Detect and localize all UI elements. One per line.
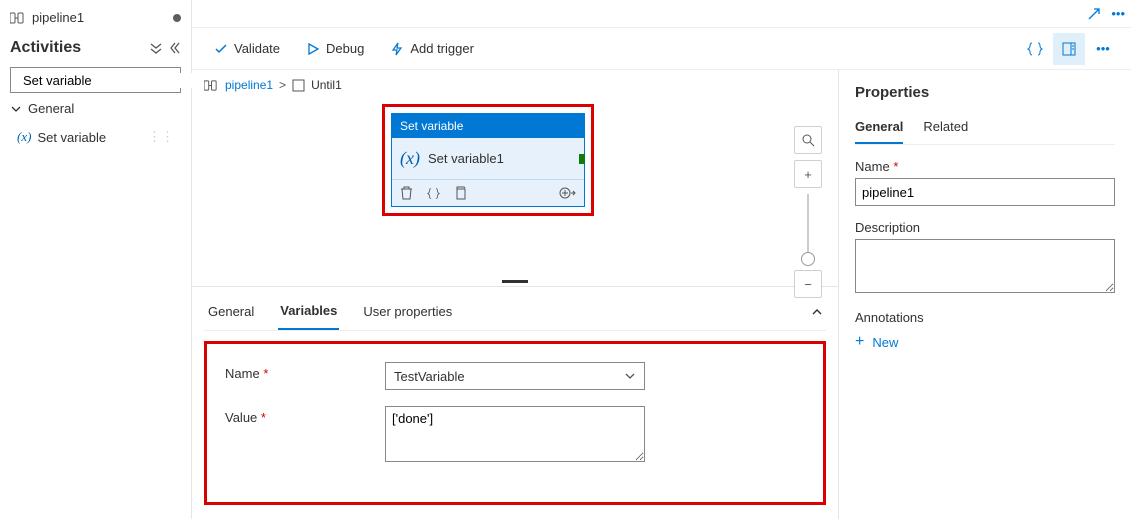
delete-icon[interactable] xyxy=(400,186,413,200)
plus-icon: + xyxy=(855,333,864,351)
breadcrumb-root[interactable]: pipeline1 xyxy=(225,78,273,92)
validate-button[interactable]: Validate xyxy=(204,37,290,60)
output-connector[interactable] xyxy=(579,154,585,164)
validate-label: Validate xyxy=(234,41,280,56)
add-trigger-label: Add trigger xyxy=(410,41,474,56)
copy-icon[interactable] xyxy=(454,186,467,200)
props-tab-related[interactable]: Related xyxy=(923,115,968,144)
collapse-panel-button[interactable] xyxy=(810,305,824,322)
fit-button[interactable] xyxy=(794,126,822,154)
var-name-select[interactable]: TestVariable xyxy=(385,362,645,390)
zoom-thumb[interactable] xyxy=(801,252,815,266)
category-label: General xyxy=(28,101,74,116)
play-icon xyxy=(306,42,320,56)
props-name-label: Name * xyxy=(855,159,1115,174)
tab-general[interactable]: General xyxy=(206,298,256,329)
var-value-input[interactable]: ['done'] xyxy=(385,406,645,462)
unsaved-indicator-icon xyxy=(173,14,181,22)
zoom-slider[interactable] xyxy=(807,194,809,264)
variable-icon: (x) xyxy=(17,129,31,145)
chevron-down-icon xyxy=(10,103,22,115)
node-type-label: Set variable xyxy=(392,114,584,138)
chevron-down-icon xyxy=(624,370,636,382)
properties-panel: Properties General Related Name * Descri… xyxy=(839,70,1131,519)
bolt-icon xyxy=(390,42,404,56)
design-canvas[interactable]: Set variable (x) Set variable1 xyxy=(192,100,838,276)
highlight-box: Set variable (x) Set variable1 xyxy=(382,104,594,216)
properties-title: Properties xyxy=(855,84,1115,101)
toolbar-more-button[interactable]: ••• xyxy=(1087,33,1119,65)
add-annotation-label: New xyxy=(872,335,898,350)
until-icon xyxy=(292,79,305,92)
expand-icon[interactable] xyxy=(1087,7,1101,21)
props-desc-label: Description xyxy=(855,220,1115,235)
props-desc-input[interactable] xyxy=(855,239,1115,293)
chevron-up-icon xyxy=(810,305,824,319)
activity-label: Set variable xyxy=(37,130,106,145)
props-tab-general[interactable]: General xyxy=(855,115,903,144)
add-output-icon[interactable] xyxy=(559,186,576,200)
properties-icon xyxy=(1061,41,1077,57)
pipeline-icon xyxy=(204,79,219,92)
braces-icon[interactable] xyxy=(427,187,440,200)
props-ann-label: Annotations xyxy=(855,310,1115,325)
activity-search[interactable] xyxy=(10,67,181,93)
node-title: Set variable1 xyxy=(428,151,504,166)
code-view-button[interactable] xyxy=(1019,33,1051,65)
add-annotation-button[interactable]: + New xyxy=(855,329,1115,355)
more-icon[interactable]: ••• xyxy=(1111,6,1125,21)
category-general[interactable]: General xyxy=(10,93,181,124)
activity-set-variable[interactable]: (x) Set variable ⋮⋮ xyxy=(10,124,181,150)
variables-form: Name * TestVariable Value * ['done'] xyxy=(204,341,826,505)
grip-icon: ⋮⋮ xyxy=(148,129,174,145)
add-trigger-button[interactable]: Add trigger xyxy=(380,37,484,60)
chevron-double-left-icon[interactable] xyxy=(167,41,181,55)
chevron-double-down-icon[interactable] xyxy=(149,41,163,55)
braces-icon xyxy=(1027,41,1043,57)
var-value-label: Value * xyxy=(225,406,385,425)
var-name-label: Name * xyxy=(225,362,385,381)
zoom-in-button[interactable]: + xyxy=(794,160,822,188)
pipeline-tab-title: pipeline1 xyxy=(32,10,84,25)
debug-button[interactable]: Debug xyxy=(296,37,374,60)
breadcrumb: pipeline1 > Until1 xyxy=(192,70,838,100)
activities-heading: Activities xyxy=(10,39,81,57)
var-name-value: TestVariable xyxy=(394,369,465,384)
panel-resize-handle[interactable] xyxy=(192,276,838,286)
magnifier-icon xyxy=(801,133,815,147)
activities-panel: pipeline1 Activities General (x) Set var… xyxy=(0,0,192,519)
details-panel: General Variables User properties Name *… xyxy=(192,286,838,519)
plus-icon: + xyxy=(804,167,812,182)
debug-label: Debug xyxy=(326,41,364,56)
canvas-toolbar: Validate Debug Add trigger ••• xyxy=(192,28,1131,70)
breadcrumb-child: Until1 xyxy=(311,78,342,92)
activity-node[interactable]: Set variable (x) Set variable1 xyxy=(391,113,585,207)
tab-variables[interactable]: Variables xyxy=(278,297,339,330)
pipeline-icon xyxy=(10,11,26,25)
check-icon xyxy=(214,42,228,56)
props-name-input[interactable] xyxy=(855,178,1115,206)
variable-icon: (x) xyxy=(400,148,420,169)
breadcrumb-separator: > xyxy=(279,78,286,92)
pipeline-tab[interactable]: pipeline1 xyxy=(10,8,181,31)
zoom-controls: + − xyxy=(794,126,822,298)
properties-toggle-button[interactable] xyxy=(1053,33,1085,65)
activity-search-input[interactable] xyxy=(23,73,199,88)
tab-user-properties[interactable]: User properties xyxy=(361,298,454,329)
